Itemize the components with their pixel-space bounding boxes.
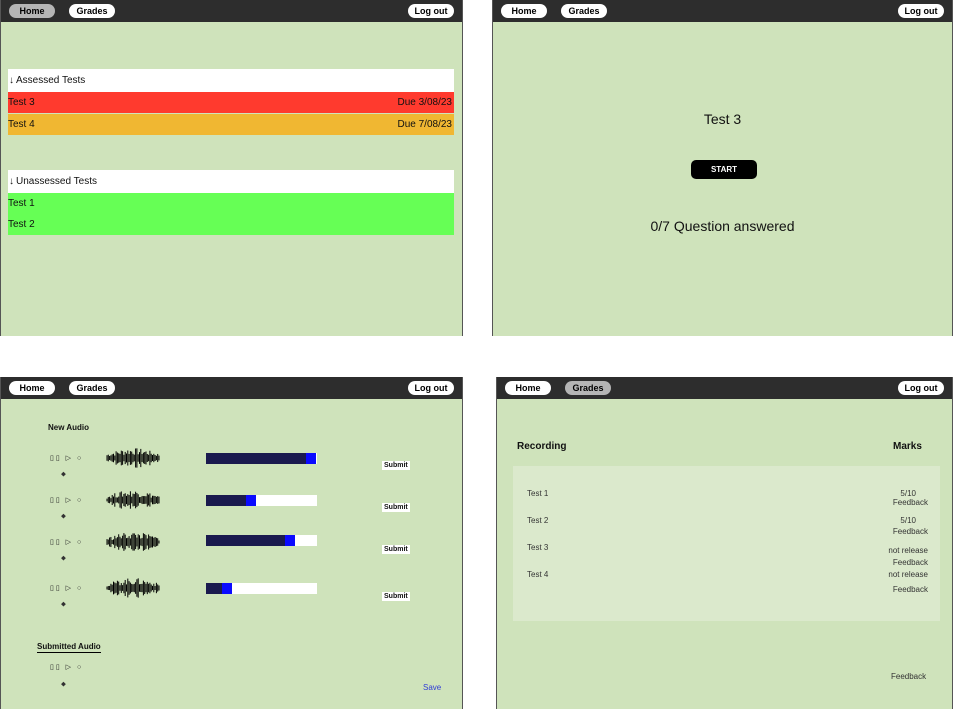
mark-value: 5/10 bbox=[900, 516, 916, 525]
record-icon[interactable]: ⬥ bbox=[61, 681, 66, 689]
screen-test-start: Home Grades Log out Test 3 START 0/7 Que… bbox=[492, 0, 953, 336]
submit-button[interactable]: Submit bbox=[382, 503, 410, 512]
audio-progress-bar[interactable] bbox=[206, 535, 317, 546]
waveform-icon bbox=[106, 448, 160, 468]
test-row-test-4[interactable]: Test 4 Due 7/08/23 bbox=[8, 114, 454, 135]
new-audio-heading: New Audio bbox=[48, 423, 90, 432]
test-name: Test 3 bbox=[8, 97, 35, 108]
playback-controls-icon[interactable]: ▯▯ ▷ ○ bbox=[50, 663, 83, 671]
recording-name: Test 2 bbox=[527, 516, 549, 525]
logout-button[interactable]: Log out bbox=[898, 4, 944, 18]
progress-knob[interactable] bbox=[284, 535, 295, 546]
grades-table: Test 1 5/10 Feedback Test 2 5/10 Feedbac… bbox=[513, 466, 940, 621]
nav-grades-button[interactable]: Grades bbox=[561, 4, 607, 18]
nav-grades-button[interactable]: Grades bbox=[69, 381, 115, 395]
playback-controls-icon[interactable]: ▯▯ ▷ ○ bbox=[50, 538, 83, 546]
nav-home-button[interactable]: Home bbox=[9, 381, 55, 395]
nav-grades-button[interactable]: Grades bbox=[69, 4, 115, 18]
start-button[interactable]: START bbox=[691, 160, 757, 179]
progress-fill bbox=[206, 495, 247, 506]
mark-value: not release bbox=[888, 546, 928, 555]
recording-name: Test 1 bbox=[527, 489, 549, 498]
feedback-footer-link[interactable]: Feedback bbox=[891, 672, 926, 681]
screen-test-list: Home Grades Log out ↓ Assessed Tests Test… bbox=[0, 0, 463, 336]
question-progress-text: 0/7 Question answered bbox=[650, 218, 795, 234]
test-due-date: Due 7/08/23 bbox=[397, 119, 453, 130]
top-nav-bar: Home Grades Log out bbox=[497, 377, 952, 399]
unassessed-tests-header[interactable]: ↓ Unassessed Tests bbox=[8, 170, 454, 193]
nav-home-button[interactable]: Home bbox=[9, 4, 55, 18]
recording-name: Test 3 bbox=[527, 543, 549, 552]
assessed-tests-label: Assessed Tests bbox=[16, 75, 86, 86]
submit-button[interactable]: Submit bbox=[382, 592, 410, 601]
feedback-link[interactable]: Feedback bbox=[893, 585, 928, 594]
playback-controls-icon[interactable]: ▯▯ ▷ ○ bbox=[50, 454, 83, 462]
nav-home-button[interactable]: Home bbox=[501, 4, 547, 18]
arrow-down-icon: ↓ bbox=[9, 75, 14, 86]
progress-knob[interactable] bbox=[221, 583, 232, 594]
logout-button[interactable]: Log out bbox=[408, 4, 454, 18]
test-row-test-2[interactable]: Test 2 bbox=[8, 214, 454, 235]
progress-fill bbox=[206, 453, 307, 464]
arrow-down-icon: ↓ bbox=[9, 176, 14, 187]
progress-knob[interactable] bbox=[305, 453, 316, 464]
waveform-icon bbox=[106, 491, 160, 509]
assessed-tests-header[interactable]: ↓ Assessed Tests bbox=[8, 69, 454, 92]
nav-grades-button[interactable]: Grades bbox=[565, 381, 611, 395]
record-icon[interactable]: ⬥ bbox=[61, 601, 66, 609]
playback-controls-icon[interactable]: ▯▯ ▷ ○ bbox=[50, 496, 83, 504]
record-icon[interactable]: ⬥ bbox=[61, 471, 66, 479]
submit-button[interactable]: Submit bbox=[382, 545, 410, 554]
record-icon[interactable]: ⬥ bbox=[61, 513, 66, 521]
top-nav-bar: Home Grades Log out bbox=[1, 0, 462, 22]
mark-value: not release bbox=[888, 570, 928, 579]
feedback-link[interactable]: Feedback bbox=[893, 498, 928, 507]
recording-name: Test 4 bbox=[527, 570, 549, 579]
submitted-audio-heading: Submitted Audio bbox=[37, 642, 101, 653]
playback-controls-icon[interactable]: ▯▯ ▷ ○ bbox=[50, 584, 83, 592]
audio-progress-bar[interactable] bbox=[206, 495, 317, 506]
progress-fill bbox=[206, 583, 223, 594]
logout-button[interactable]: Log out bbox=[408, 381, 454, 395]
screen-grades: Home Grades Log out Recording Marks Test… bbox=[496, 377, 953, 709]
unassessed-tests-label: Unassessed Tests bbox=[16, 176, 97, 187]
mark-value: 5/10 bbox=[900, 489, 916, 498]
test-name: Test 4 bbox=[8, 119, 35, 130]
record-icon[interactable]: ⬥ bbox=[61, 555, 66, 563]
save-link[interactable]: Save bbox=[423, 683, 441, 692]
waveform-icon bbox=[106, 533, 160, 551]
test-row-test-1[interactable]: Test 1 bbox=[8, 193, 454, 214]
feedback-link[interactable]: Feedback bbox=[893, 527, 928, 536]
logout-button[interactable]: Log out bbox=[898, 381, 944, 395]
top-nav-bar: Home Grades Log out bbox=[1, 377, 462, 399]
nav-home-button[interactable]: Home bbox=[505, 381, 551, 395]
progress-knob[interactable] bbox=[245, 495, 256, 506]
progress-fill bbox=[206, 535, 286, 546]
test-title: Test 3 bbox=[703, 111, 742, 127]
audio-progress-bar[interactable] bbox=[206, 583, 317, 594]
marks-column-header: Marks bbox=[893, 441, 922, 452]
feedback-link[interactable]: Feedback bbox=[893, 558, 928, 567]
top-nav-bar: Home Grades Log out bbox=[493, 0, 952, 22]
audio-progress-bar[interactable] bbox=[206, 453, 317, 464]
test-name: Test 2 bbox=[8, 219, 35, 230]
screen-audio-recording: Home Grades Log out New Audio ▯▯ ▷ ○ ⬥ S… bbox=[0, 377, 463, 709]
test-due-date: Due 3/08/23 bbox=[397, 97, 453, 108]
test-name: Test 1 bbox=[8, 198, 35, 209]
waveform-icon bbox=[106, 578, 160, 598]
recording-column-header: Recording bbox=[517, 441, 567, 452]
submit-button[interactable]: Submit bbox=[382, 461, 410, 470]
test-row-test-3[interactable]: Test 3 Due 3/08/23 bbox=[8, 92, 454, 113]
